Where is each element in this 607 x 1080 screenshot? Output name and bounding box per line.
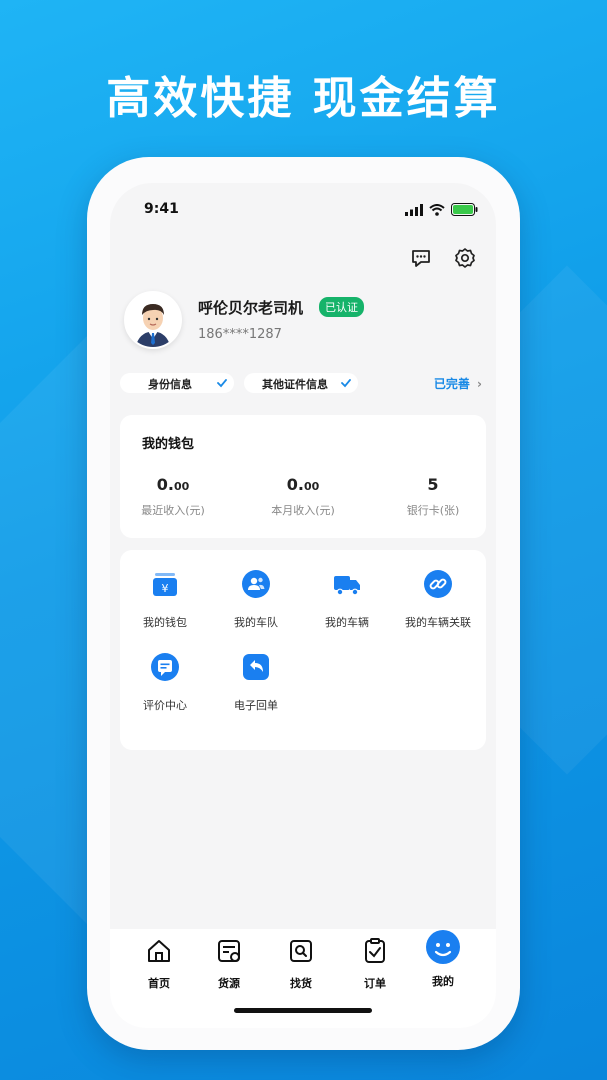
identity-info-pill[interactable]: 身份信息 xyxy=(120,373,234,393)
menu-item-vehicle[interactable]: 我的车辆 xyxy=(302,569,392,630)
menu-item-label: 我的钱包 xyxy=(143,616,187,629)
avatar[interactable] xyxy=(124,291,182,349)
tab-label: 首页 xyxy=(148,977,170,990)
stat-value: 0.00 xyxy=(156,475,190,494)
app-screen: 9:41 呼伦贝尔老司机 已认证 186****1287 身份信息 其他证件信息… xyxy=(110,183,496,1028)
other-cert-label: 其他证件信息 xyxy=(262,378,328,391)
menu-item-e-receipt[interactable]: 电子回单 xyxy=(211,652,301,713)
profile-header[interactable]: 呼伦贝尔老司机 已认证 186****1287 xyxy=(124,291,482,351)
masked-phone: 186****1287 xyxy=(198,327,282,342)
check-icon xyxy=(217,379,227,388)
tab-cargo-source[interactable]: 货源 xyxy=(204,937,254,991)
status-time: 9:41 xyxy=(144,201,179,217)
wallet-icon: ¥ xyxy=(153,573,177,596)
stat-value: 5 xyxy=(427,475,439,494)
truck-icon xyxy=(334,576,360,596)
bottom-tab-bar: 首页 货源 找货 订单 我的 xyxy=(110,929,496,1028)
menu-item-fleet[interactable]: 我的车队 xyxy=(211,569,301,630)
driver-avatar-icon xyxy=(126,293,180,347)
menu-item-label: 我的车队 xyxy=(234,616,278,629)
menu-item-label: 电子回单 xyxy=(234,699,278,712)
order-icon xyxy=(365,938,385,963)
fleet-icon xyxy=(242,570,270,598)
home-icon xyxy=(148,940,170,962)
verified-badge: 已认证 xyxy=(319,297,364,317)
wallet-card[interactable]: 我的钱包 0.00 最近收入(元) 0.00 本月收入(元) 5 银行卡(张) xyxy=(120,415,486,538)
menu-item-label: 我的车辆关联 xyxy=(405,616,471,629)
cert-status-link[interactable]: 已完善 › xyxy=(434,375,482,392)
wifi-icon xyxy=(429,203,445,216)
function-grid: ¥ 我的钱包 我的车队 我的车辆 我的车辆关联 评价中心 电子回单 xyxy=(120,550,486,750)
driver-name: 呼伦贝尔老司机 xyxy=(198,299,304,317)
home-indicator xyxy=(234,1008,372,1013)
other-cert-pill[interactable]: 其他证件信息 xyxy=(244,373,358,393)
recent-income-stat[interactable]: 0.00 最近收入(元) xyxy=(118,475,228,518)
promo-headline: 高效快捷 现金结算 xyxy=(106,73,501,124)
menu-item-wallet[interactable]: ¥ 我的钱包 xyxy=(120,569,210,630)
message-icon[interactable] xyxy=(410,247,432,269)
tab-orders[interactable]: 订单 xyxy=(350,937,400,991)
menu-item-review[interactable]: 评价中心 xyxy=(120,652,210,713)
tab-find-cargo[interactable]: 找货 xyxy=(276,937,326,991)
tab-label: 订单 xyxy=(364,977,386,990)
receipt-return-icon xyxy=(243,654,269,680)
tab-label: 我的 xyxy=(432,975,454,988)
tab-label: 货源 xyxy=(218,977,240,990)
check-icon xyxy=(341,379,351,388)
certificate-row[interactable]: 身份信息 其他证件信息 已完善 › xyxy=(120,373,482,395)
review-icon xyxy=(151,653,179,681)
cert-status-label: 已完善 xyxy=(433,377,470,391)
tab-home[interactable]: 首页 xyxy=(134,937,184,991)
signal-icon xyxy=(405,203,423,216)
settings-icon[interactable] xyxy=(454,247,476,269)
monthly-income-stat[interactable]: 0.00 本月收入(元) xyxy=(248,475,358,518)
menu-item-label: 我的车辆 xyxy=(325,616,369,629)
stat-label: 银行卡(张) xyxy=(406,504,460,517)
identity-info-label: 身份信息 xyxy=(148,378,192,391)
stat-label: 最近收入(元) xyxy=(141,504,205,517)
cargo-source-icon xyxy=(218,940,240,962)
link-icon xyxy=(424,570,452,598)
stat-value: 0.00 xyxy=(286,475,320,494)
menu-item-vehicle-link[interactable]: 我的车辆关联 xyxy=(393,569,483,630)
tab-label: 找货 xyxy=(290,977,312,990)
status-bar: 9:41 xyxy=(144,201,478,221)
stat-label: 本月收入(元) xyxy=(271,504,335,517)
svg-text:¥: ¥ xyxy=(162,582,169,595)
menu-item-label: 评价中心 xyxy=(143,699,187,712)
chevron-right-icon: › xyxy=(477,377,482,391)
mine-icon xyxy=(426,930,460,964)
wallet-title: 我的钱包 xyxy=(142,437,195,452)
bank-card-stat[interactable]: 5 银行卡(张) xyxy=(378,475,488,518)
battery-icon xyxy=(451,203,478,216)
find-cargo-icon xyxy=(290,940,312,962)
tab-mine[interactable]: 我的 xyxy=(418,929,468,989)
